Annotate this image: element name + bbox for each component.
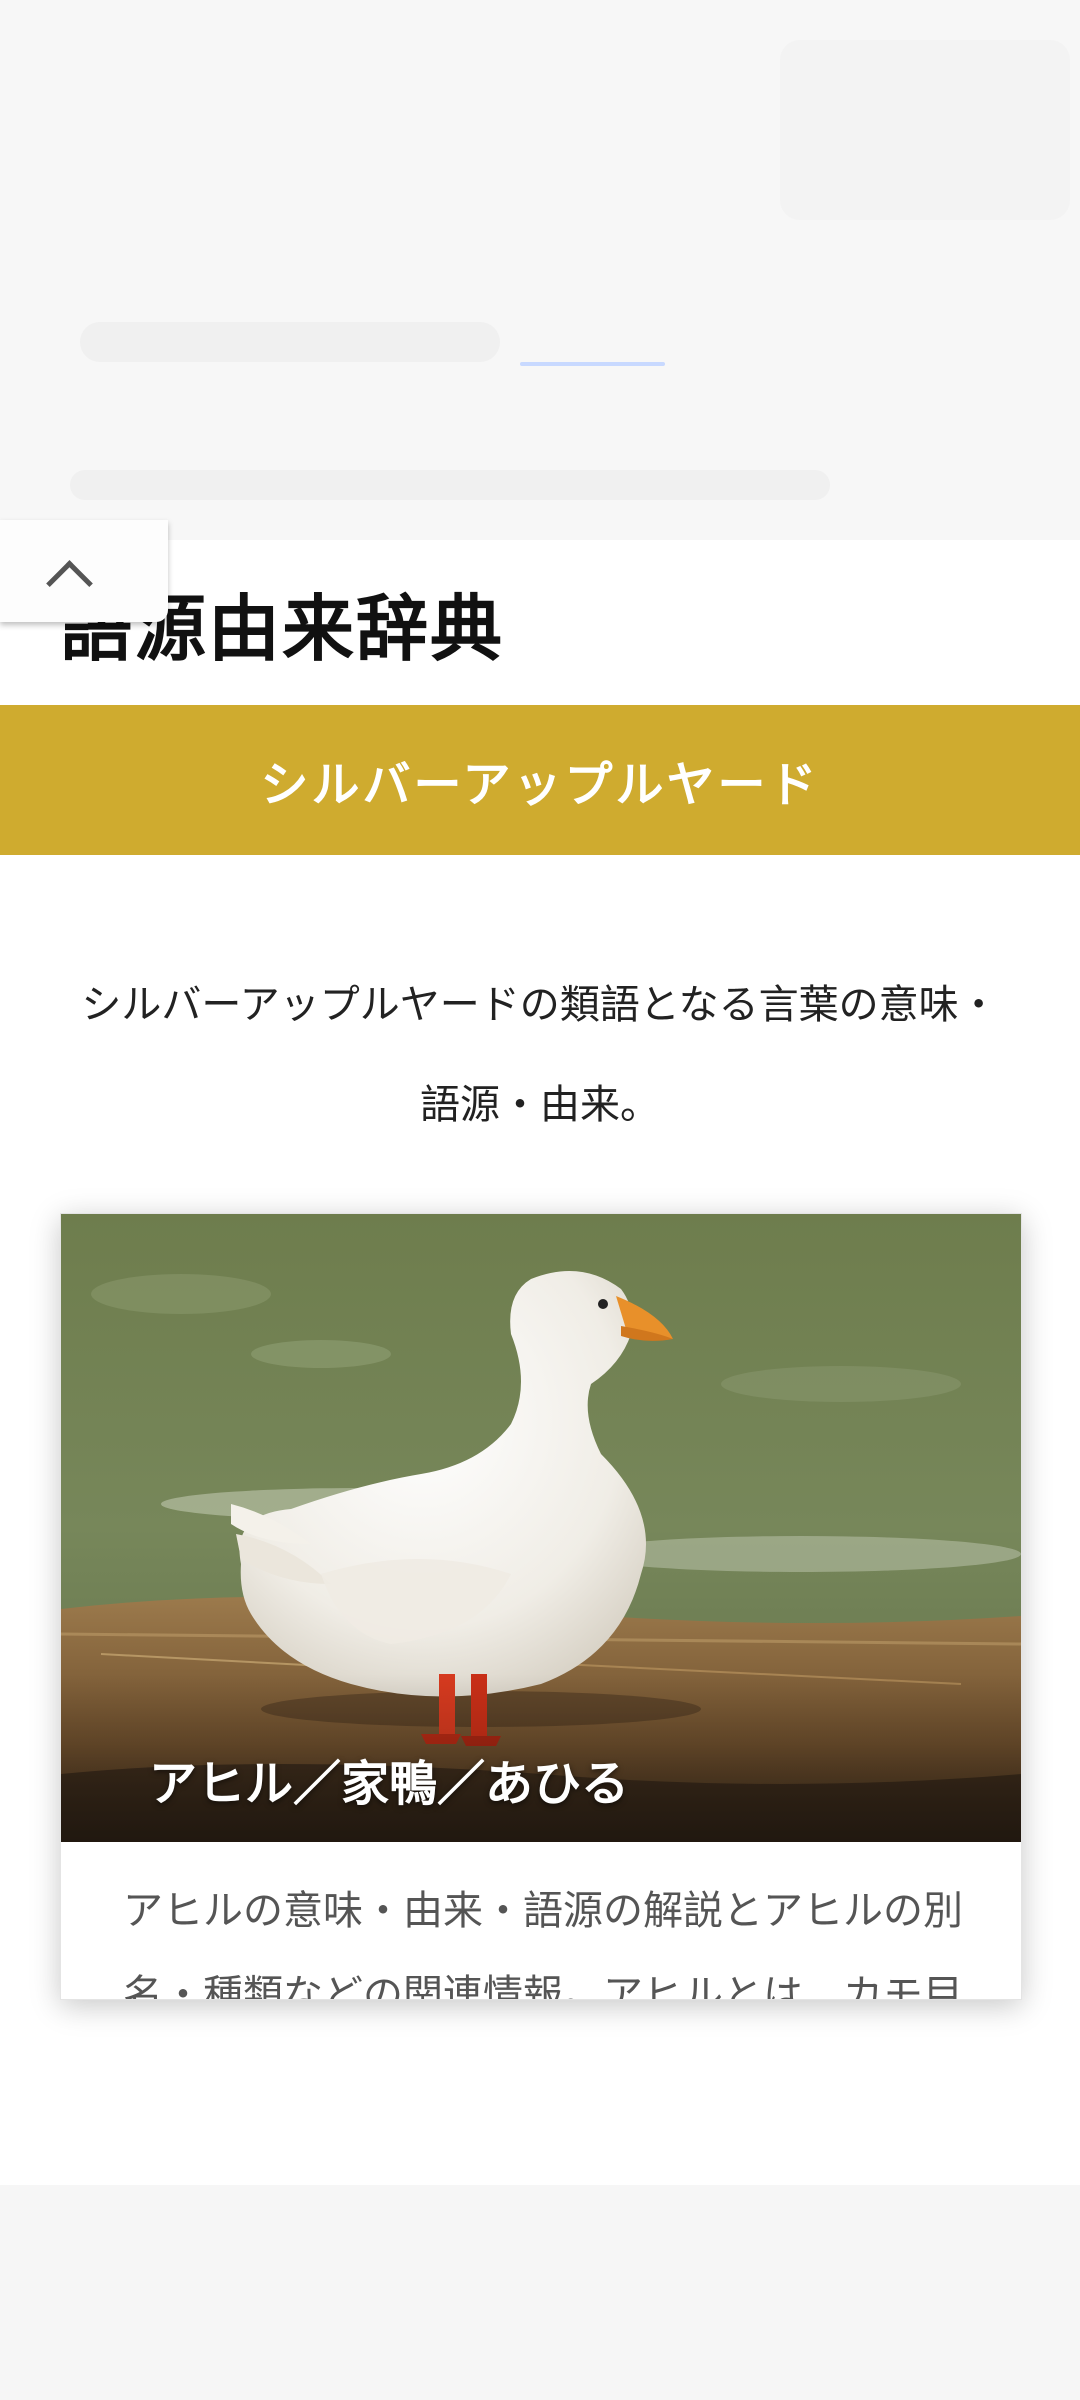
faint-banner-stroke [70,470,830,500]
faint-banner-stroke [780,40,1070,220]
chevron-up-icon [45,559,93,607]
card-title[interactable]: アヒル／家鴨／あひる [149,1744,629,1814]
heading-title: シルバーアップルヤード [260,757,820,813]
card-image[interactable]: アヒル／家鴨／あひる [61,1214,1021,1842]
card-excerpt: アヒルの意味・由来・語源の解説とアヒルの別名・種類などの関連情報。アヒルとは、カ… [123,1888,963,2000]
heading-bar: シルバーアップルヤード [0,705,1080,855]
page: 語源由来辞典 シルバーアップルヤード シルバーアップルヤードの類語となる言葉の意… [0,0,1080,2400]
faint-banner-stroke [80,322,500,362]
main-content: シルバーアップルヤードの類語となる言葉の意味・語源・由来。 アヒル／家鴨／あひる… [0,855,1080,2185]
article-card[interactable]: アヒル／家鴨／あひる アヒルの意味・由来・語源の解説とアヒルの別名・種類などの関… [60,1213,1022,2000]
intro-text: シルバーアップルヤードの類語となる言葉の意味・語源・由来。 [81,982,999,1128]
bottom-area [0,2185,1080,2400]
collapse-toggle-button[interactable] [0,520,168,622]
faint-link [520,362,665,366]
top-banner-area [0,0,1080,560]
